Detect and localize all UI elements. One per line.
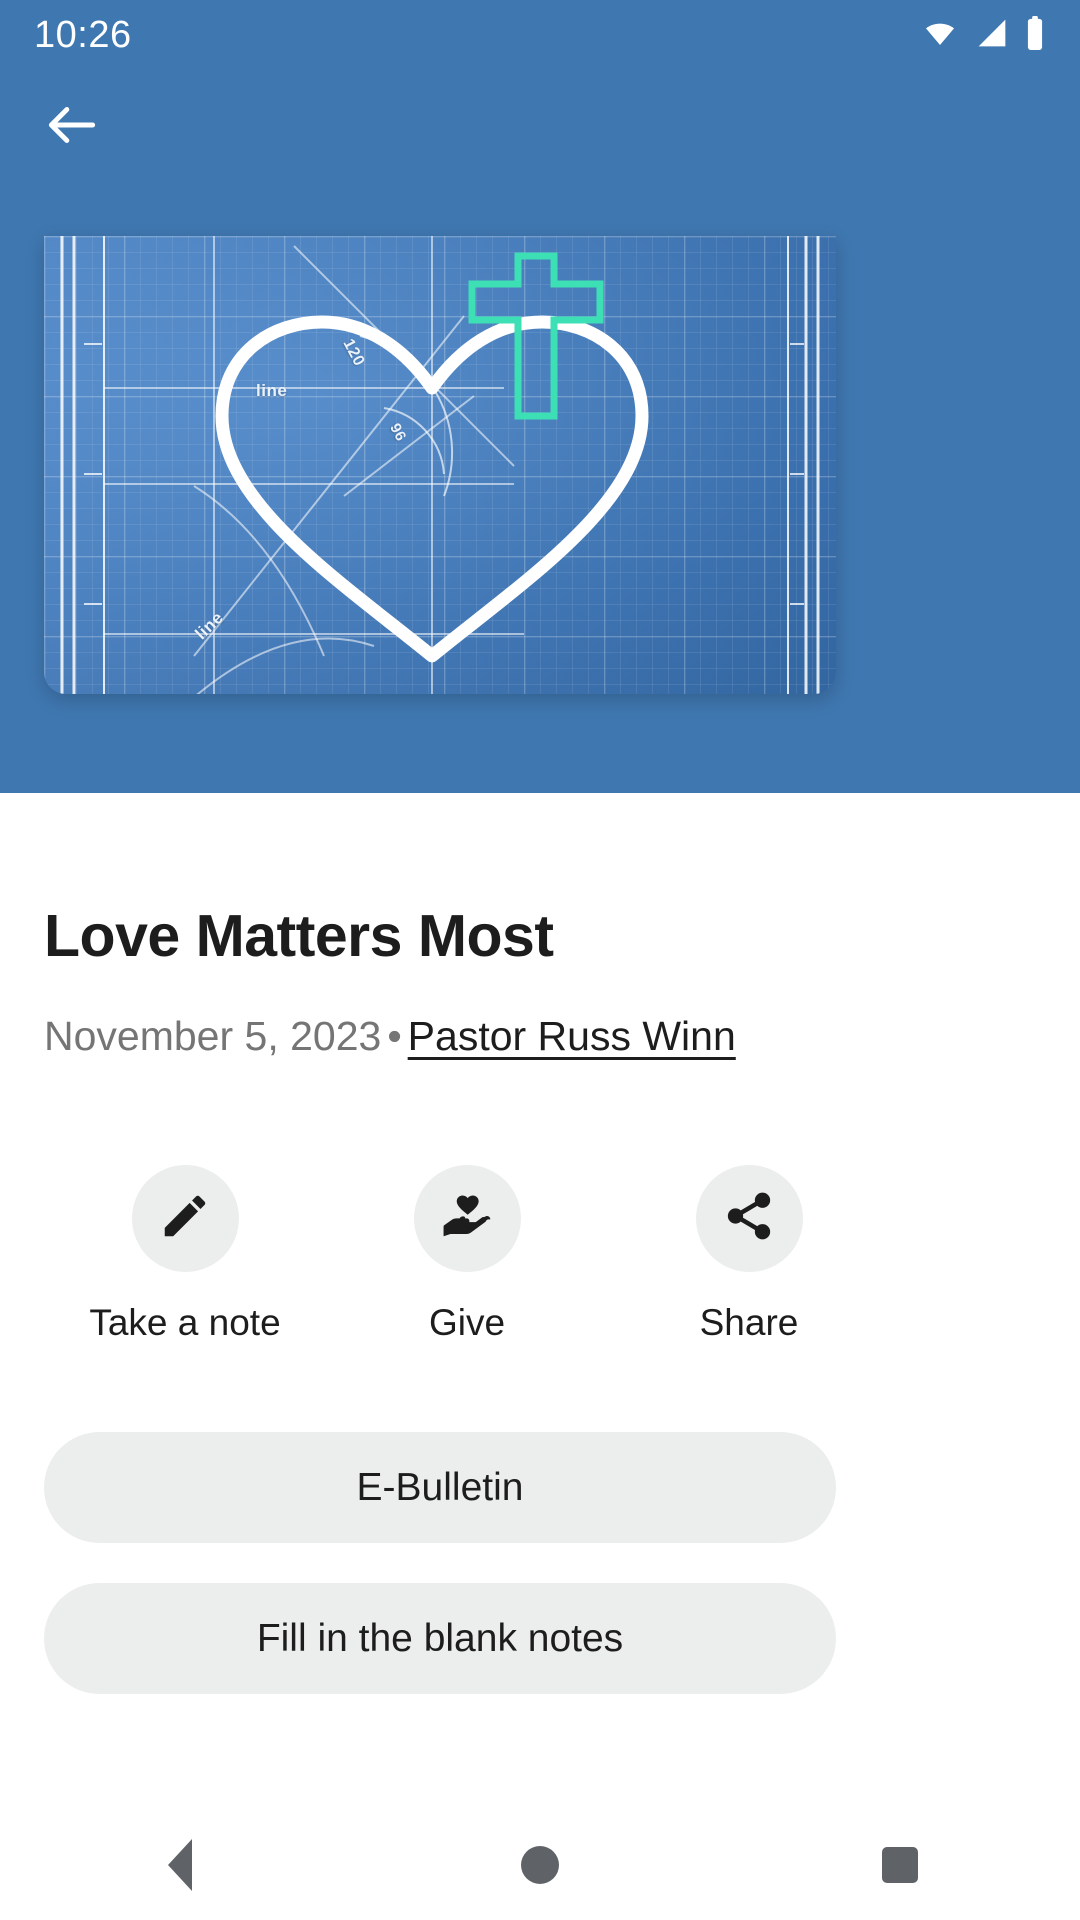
share-nodes-icon	[722, 1189, 776, 1248]
nav-recents-button[interactable]	[840, 1810, 960, 1920]
android-nav-bar	[0, 1810, 1080, 1920]
back-triangle-icon	[168, 1839, 192, 1891]
share-icon-circle	[695, 1165, 803, 1272]
action-row: Take a note Give Share	[44, 1165, 890, 1344]
battery-icon	[1024, 15, 1046, 55]
wifi-icon	[920, 17, 960, 54]
sermon-date: November 5, 2023	[44, 1013, 382, 1059]
recents-square-icon	[882, 1847, 918, 1883]
take-a-note-icon-circle	[131, 1165, 239, 1272]
arrow-back-icon	[41, 94, 103, 161]
sermon-speaker-link[interactable]: Pastor Russ Winn	[408, 1013, 736, 1059]
meta-separator: •	[387, 1013, 402, 1059]
give-icon-circle	[413, 1165, 521, 1272]
nav-home-button[interactable]	[480, 1810, 600, 1920]
status-bar: 10:26	[0, 0, 1080, 70]
status-bar-icons	[920, 15, 1046, 55]
give-label: Give	[428, 1302, 506, 1343]
fill-in-the-blank-notes-label: Fill in the blank notes	[256, 1616, 624, 1660]
fill-in-the-blank-notes-button[interactable]: Fill in the blank notes	[44, 1583, 836, 1694]
blueprint-label-line-1: line	[256, 381, 288, 400]
blueprint-drawing	[60, 236, 820, 694]
home-circle-icon	[521, 1846, 559, 1884]
take-a-note-label: Take a note	[89, 1302, 281, 1343]
back-button[interactable]	[40, 95, 104, 159]
status-bar-clock: 10:26	[34, 14, 132, 56]
share-label: Share	[699, 1302, 799, 1343]
app-screen: 10:26 line line 120 96 Love Matters Most…	[0, 0, 1080, 1920]
e-bulletin-label: E-Bulletin	[356, 1465, 524, 1509]
share-button[interactable]: Share	[629, 1165, 869, 1344]
e-bulletin-button[interactable]: E-Bulletin	[44, 1432, 836, 1543]
cell-signal-icon	[974, 17, 1010, 54]
give-button[interactable]: Give	[347, 1165, 587, 1344]
pencil-icon	[158, 1189, 212, 1248]
hand-holding-heart-icon	[439, 1188, 495, 1249]
sermon-title: Love Matters Most	[44, 903, 554, 969]
sermon-meta: November 5, 2023 • Pastor Russ Winn	[44, 1013, 1004, 1060]
take-a-note-button[interactable]: Take a note	[65, 1165, 305, 1344]
nav-back-button[interactable]	[120, 1810, 240, 1920]
sermon-hero-image: line line 120 96	[44, 236, 836, 694]
